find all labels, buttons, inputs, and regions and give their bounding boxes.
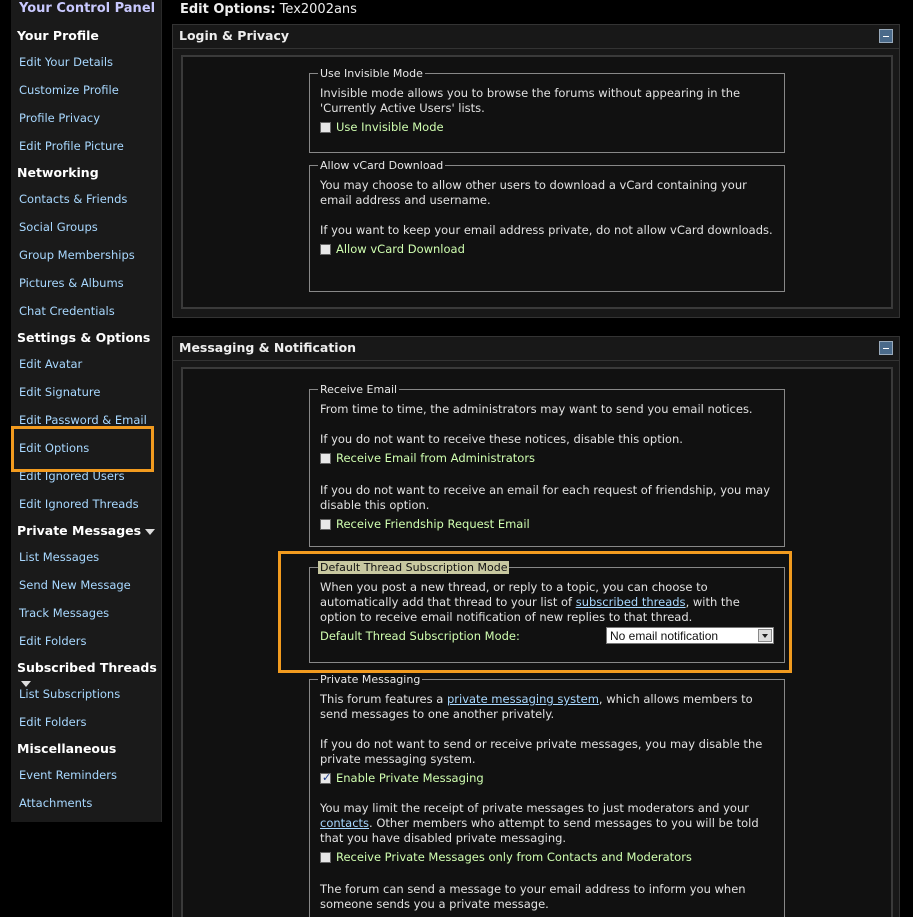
invisible-description: Invisible mode allows you to browse the …	[320, 86, 741, 115]
invisible-mode-checkbox[interactable]: Use Invisible Mode	[320, 120, 774, 134]
username: Tex2002ans	[279, 2, 357, 17]
checkbox-icon[interactable]	[320, 243, 331, 255]
section-settings-options: Settings & Options	[17, 330, 151, 345]
sidebar-item-edit-folders-subs[interactable]: Edit Folders	[19, 715, 86, 729]
main-content: Edit Options: Tex2002ans Login & Privacy…	[172, 0, 900, 917]
sidebar-item-edit-password-email[interactable]: Edit Password & Email	[19, 413, 147, 427]
sidebar-item-group-memberships[interactable]: Group Memberships	[19, 248, 135, 262]
pm-text-4: The forum can send a message to your ema…	[320, 882, 746, 911]
sidebar-item-profile-privacy[interactable]: Profile Privacy	[19, 111, 100, 125]
sidebar-item-list-subscriptions[interactable]: List Subscriptions	[19, 687, 120, 701]
section-subscribed-threads[interactable]: Subscribed Threads	[17, 660, 161, 690]
sidebar-item-edit-signature[interactable]: Edit Signature	[19, 385, 100, 399]
sidebar-item-attachments[interactable]: Attachments	[19, 796, 92, 810]
pm-text-1: This forum features a private messaging …	[320, 692, 753, 721]
sidebar-item-edit-folders-pm[interactable]: Edit Folders	[19, 634, 86, 648]
sidebar-item-edit-ignored-threads[interactable]: Edit Ignored Threads	[19, 497, 139, 511]
collapse-icon[interactable]	[879, 29, 893, 43]
control-panel-title: Your Control Panel	[19, 1, 156, 16]
vcard-checkbox[interactable]: Allow vCard Download	[320, 242, 774, 256]
receive-email-text-3: If you do not want to receive an email f…	[320, 483, 771, 512]
highlight-edit-options	[11, 426, 154, 472]
section-subscribed-threads-label: Subscribed Threads	[17, 660, 157, 675]
contacts-link[interactable]: contacts	[320, 816, 369, 830]
sidebar: Your Control Panel Your Profile Edit You…	[11, 0, 162, 822]
receive-email-text-1: From time to time, the administrators ma…	[320, 402, 753, 416]
sidebar-item-send-new-message[interactable]: Send New Message	[19, 578, 131, 592]
vcard-description-2: If you want to keep your email address p…	[320, 223, 773, 237]
pm-contacts-only-checkbox[interactable]: Receive Private Messages only from Conta…	[320, 850, 774, 864]
fieldset-invisible-mode: Use Invisible Mode Invisible mode allows…	[309, 67, 785, 153]
vcard-description-1: You may choose to allow other users to d…	[320, 178, 747, 207]
login-privacy-panel: Use Invisible Mode Invisible mode allows…	[181, 55, 893, 309]
chevron-down-icon[interactable]	[145, 528, 156, 535]
friendship-email-checkbox[interactable]: Receive Friendship Request Email	[320, 517, 774, 531]
section-private-messages[interactable]: Private Messages	[17, 523, 156, 538]
page-title: Edit Options: Tex2002ans	[180, 2, 357, 17]
checkbox-icon[interactable]	[320, 121, 331, 133]
legend-vcard: Allow vCard Download	[320, 159, 444, 172]
legend-invisible-mode: Use Invisible Mode	[320, 67, 423, 80]
section-private-messages-label: Private Messages	[17, 523, 142, 538]
enable-pm-checkbox[interactable]: Enable Private Messaging	[320, 771, 774, 785]
sidebar-item-edit-profile-picture[interactable]: Edit Profile Picture	[19, 139, 124, 153]
collapse-icon[interactable]	[879, 341, 893, 355]
sidebar-item-pictures-albums[interactable]: Pictures & Albums	[19, 276, 124, 290]
highlight-subscription-mode	[278, 551, 792, 673]
sidebar-item-event-reminders[interactable]: Event Reminders	[19, 768, 117, 782]
section-your-profile: Your Profile	[17, 28, 99, 43]
sidebar-item-chat-credentials[interactable]: Chat Credentials	[19, 304, 115, 318]
receive-email-text-2: If you do not want to receive these noti…	[320, 432, 683, 446]
fieldset-receive-email: Receive Email From time to time, the adm…	[309, 383, 785, 547]
section-networking: Networking	[17, 165, 99, 180]
sidebar-item-track-messages[interactable]: Track Messages	[19, 606, 109, 620]
receive-admin-email-checkbox[interactable]: Receive Email from Administrators	[320, 451, 774, 465]
fieldset-vcard: Allow vCard Download You may choose to a…	[309, 159, 785, 292]
sidebar-item-list-messages[interactable]: List Messages	[19, 550, 99, 564]
fieldset-private-messaging: Private Messaging This forum features a …	[309, 673, 785, 917]
sidebar-item-edit-avatar[interactable]: Edit Avatar	[19, 357, 82, 371]
sidebar-item-contacts-friends[interactable]: Contacts & Friends	[19, 192, 127, 206]
pm-text-3: You may limit the receipt of private mes…	[320, 801, 759, 845]
checkbox-checked-icon[interactable]	[320, 771, 331, 784]
checkbox-icon[interactable]	[320, 851, 331, 863]
pm-text-2: If you do not want to send or receive pr…	[320, 737, 763, 766]
login-privacy-heading: Login & Privacy	[173, 25, 899, 49]
checkbox-icon[interactable]	[320, 518, 331, 530]
login-privacy-block: Login & Privacy Use Invisible Mode Invis…	[172, 24, 900, 318]
chevron-down-icon[interactable]	[21, 680, 31, 687]
sidebar-item-edit-your-details[interactable]: Edit Your Details	[19, 55, 113, 69]
sidebar-item-customize-profile[interactable]: Customize Profile	[19, 83, 119, 97]
sidebar-item-social-groups[interactable]: Social Groups	[19, 220, 98, 234]
legend-receive-email: Receive Email	[320, 383, 398, 396]
section-miscellaneous: Miscellaneous	[17, 741, 117, 756]
messaging-heading: Messaging & Notification	[173, 337, 899, 361]
private-messaging-system-link[interactable]: private messaging system	[447, 692, 599, 706]
checkbox-icon[interactable]	[320, 452, 331, 464]
legend-private-messaging: Private Messaging	[320, 673, 421, 686]
